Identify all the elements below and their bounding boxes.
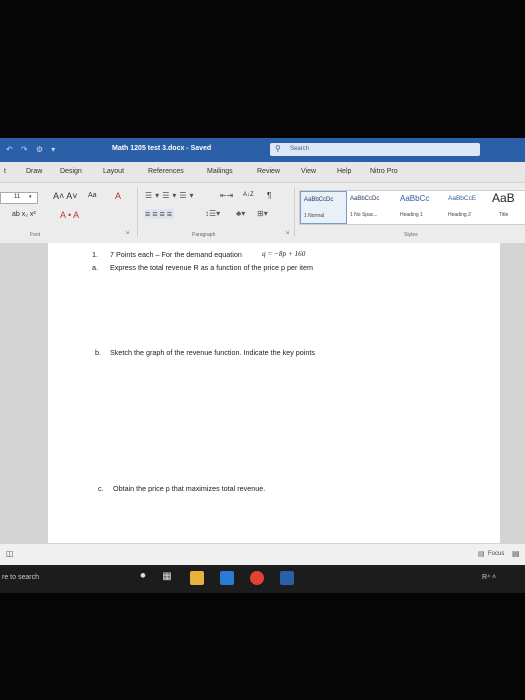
style-title[interactable]: AaB Title	[489, 191, 525, 222]
style-preview: AaBbCcE	[448, 195, 477, 202]
demand-equation: q = −8p + 160	[262, 250, 306, 258]
tab-nitro-pro[interactable]: Nitro Pro	[370, 168, 398, 175]
style-name: Heading 2	[448, 212, 471, 218]
ribbon-tabs: t Draw Design Layout References Mailings…	[0, 162, 525, 182]
style-preview: AaB	[492, 191, 515, 205]
question-a-label: a.	[92, 263, 98, 272]
task-view-icon[interactable]: ▦	[160, 571, 174, 585]
cortana-icon[interactable]: ⚫	[136, 571, 150, 585]
file-explorer-icon[interactable]	[190, 571, 204, 585]
tab-review[interactable]: Review	[257, 168, 280, 175]
change-case-button[interactable]: Aa	[88, 192, 97, 199]
search-icon: ⚲	[275, 144, 281, 153]
alignment-buttons-icon[interactable]: ≡≡≡≡	[145, 209, 175, 219]
tab-insert[interactable]: t	[4, 168, 6, 175]
title-bar: ↶ ↷ ⚙ ▾ Math 1205 test 3.docx - Saved ⚲ …	[0, 138, 525, 162]
tab-references[interactable]: References	[148, 168, 184, 175]
style-name: Title	[499, 212, 509, 218]
proofing-icon[interactable]: ◫	[6, 549, 14, 558]
show-formatting-button[interactable]: ¶	[267, 191, 271, 200]
style-preview: AaBbCc	[400, 194, 430, 203]
search-label: Search	[290, 146, 310, 152]
document-area: 1. 7 Points each – For the demand equati…	[0, 243, 525, 543]
search-box[interactable]: ⚲ Search	[270, 143, 480, 156]
question-c-text: Obtain the price p that maximizes total …	[113, 484, 266, 493]
style-normal[interactable]: AaBbCcDc 1 Normal	[300, 191, 347, 224]
group-divider	[294, 187, 295, 237]
style-no-spacing[interactable]: AaBbCcDc 1 No Spac...	[347, 191, 395, 222]
question-b-text: Sketch the graph of the revenue function…	[110, 348, 315, 357]
font-size-dropdown[interactable]: 11 ▾	[0, 192, 38, 204]
tab-help[interactable]: Help	[337, 168, 351, 175]
style-heading-2[interactable]: AaBbCcE Heading 2	[445, 191, 487, 222]
line-spacing-icon[interactable]: ↕☰▾	[205, 209, 220, 218]
font-group-label: Font	[30, 232, 41, 238]
clear-formatting-icon[interactable]: A	[115, 191, 121, 201]
paragraph-dialog-launcher-icon[interactable]: ⇲	[285, 230, 289, 236]
style-name: Heading 1	[400, 212, 423, 218]
paragraph-group-label: Paragraph	[192, 232, 216, 238]
grow-shrink-font-button[interactable]: A˄ A˅	[53, 191, 78, 201]
focus-icon[interactable]: ▤	[478, 550, 485, 558]
style-heading-1[interactable]: AaBbCc Heading 1	[397, 191, 443, 222]
list-buttons-icon[interactable]: ☰▾☰▾☰▾	[145, 191, 197, 200]
styles-gallery: AaBbCcDc 1 Normal AaBbCcDc 1 No Spac... …	[299, 190, 525, 225]
status-bar: ◫ ▤ Focus ▤	[0, 543, 525, 566]
tab-draw[interactable]: Draw	[26, 168, 42, 175]
question-b-label: b.	[95, 348, 101, 357]
question-1-text: 7 Points each – For the demand equation	[110, 250, 242, 259]
tab-view[interactable]: View	[301, 168, 316, 175]
focus-label[interactable]: Focus	[488, 551, 504, 557]
sort-button[interactable]: A↓Z	[243, 192, 254, 198]
mail-icon[interactable]	[220, 571, 234, 585]
document-page[interactable]: 1. 7 Points each – For the demand equati…	[48, 243, 500, 543]
question-a-text: Express the total revenue R as a functio…	[110, 263, 313, 272]
document-title: Math 1205 test 3.docx - Saved	[112, 145, 212, 152]
group-divider	[137, 187, 138, 237]
styles-group-label: Styles	[404, 232, 418, 238]
indent-buttons-icon[interactable]: ⇤⇥	[220, 191, 233, 200]
style-name: 1 No Spac...	[350, 212, 378, 218]
font-size-value: 11	[14, 194, 21, 200]
system-tray[interactable]: R⁴ ˄	[482, 574, 496, 581]
shading-icon[interactable]: ♣▾	[236, 209, 245, 218]
tab-design[interactable]: Design	[60, 168, 82, 175]
chrome-icon[interactable]	[250, 571, 264, 585]
taskbar-search[interactable]: re to search	[2, 574, 39, 581]
tab-layout[interactable]: Layout	[103, 168, 124, 175]
question-1-number: 1.	[92, 250, 98, 259]
tab-mailings[interactable]: Mailings	[207, 168, 233, 175]
style-preview: AaBbCcDc	[350, 196, 380, 202]
read-mode-icon[interactable]: ▤	[512, 549, 520, 558]
taskbar: re to search ⚫ ▦ R⁴ ˄	[0, 565, 525, 593]
style-name: 1 Normal	[304, 213, 325, 219]
word-icon[interactable]	[280, 571, 294, 585]
ribbon: 11 ▾ A˄ A˅ Aa A ab x₂ x² A • A Font ⇲ ☰▾…	[0, 182, 525, 244]
question-c-label: c.	[98, 484, 104, 493]
style-preview: AaBbCcDc	[304, 197, 334, 203]
quick-access-toolbar[interactable]: ↶ ↷ ⚙ ▾	[6, 145, 58, 154]
font-color-button[interactable]: A • A	[60, 210, 79, 220]
borders-icon[interactable]: ⊞▾	[257, 209, 268, 218]
chevron-down-icon: ▾	[29, 194, 32, 200]
font-dialog-launcher-icon[interactable]: ⇲	[125, 230, 129, 236]
strike-subscript-superscript[interactable]: ab x₂ x²	[12, 211, 36, 218]
